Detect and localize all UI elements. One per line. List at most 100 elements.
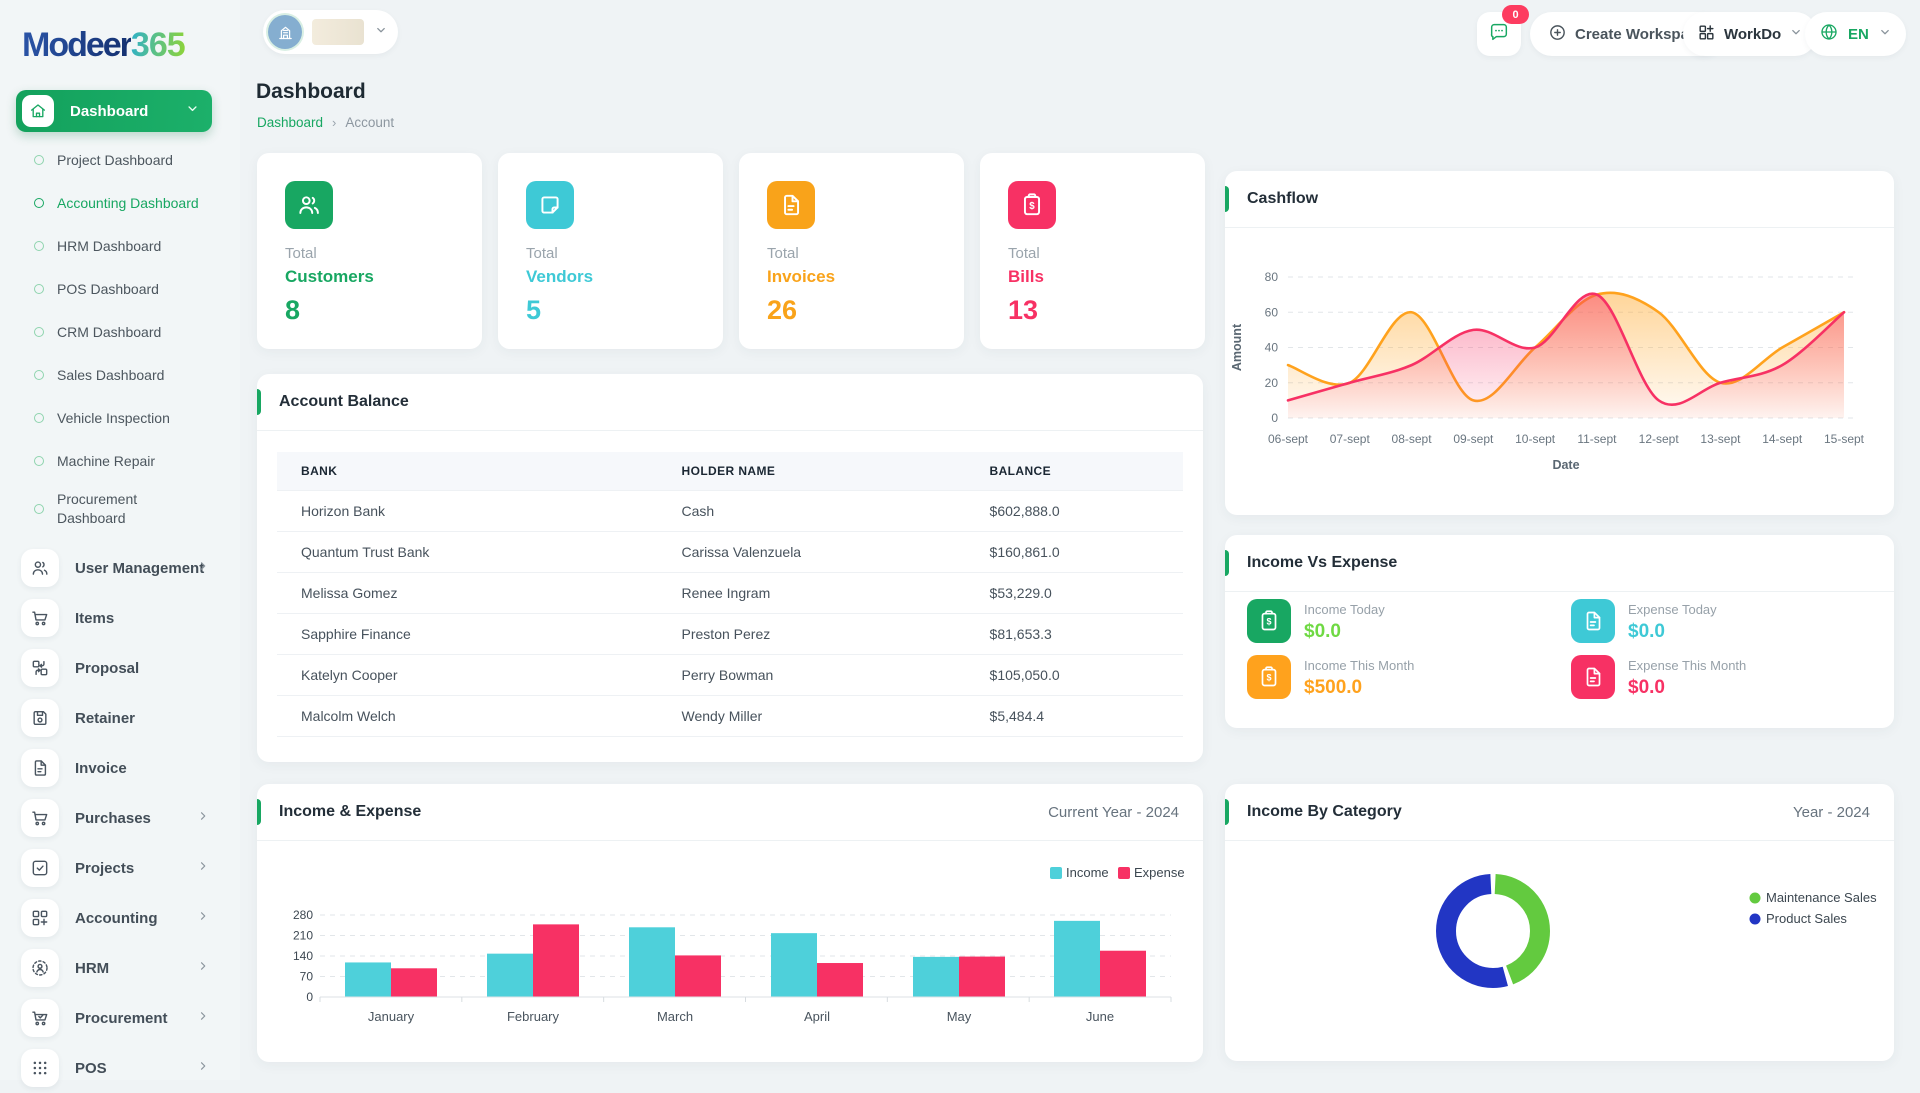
workspace-selector[interactable]	[263, 10, 398, 54]
sidebar-item-projects[interactable]: Projects	[0, 843, 240, 893]
sidebar-item-label: User Management	[75, 560, 204, 577]
breadcrumb-current: Account	[345, 115, 394, 130]
svg-text:06-sept: 06-sept	[1268, 432, 1309, 446]
svg-text:April: April	[804, 1009, 830, 1024]
column-header-balance: BALANCE	[966, 452, 1183, 491]
sidebar-subitem-label: Machine Repair	[57, 453, 155, 469]
chevron-right-icon	[196, 859, 210, 873]
svg-text:February: February	[507, 1009, 560, 1024]
stat-prefix: Total	[526, 245, 558, 262]
messages-button[interactable]: 0	[1477, 12, 1521, 56]
svg-text:14-sept: 14-sept	[1762, 432, 1803, 446]
sidebar-subitem-label: Project Dashboard	[57, 152, 173, 168]
svg-text:June: June	[1086, 1009, 1114, 1024]
sidebar-subitem-sales-dashboard[interactable]: Sales Dashboard	[0, 353, 240, 396]
bullet-circle-icon	[34, 155, 44, 165]
tile-value: $0.0	[1628, 677, 1746, 699]
tile-value: $0.0	[1304, 621, 1385, 643]
sidebar-item-label: Purchases	[75, 810, 151, 827]
file-icon	[1581, 609, 1605, 633]
table-cell: $53,229.0	[966, 573, 1183, 614]
clipboard-dollar-icon: $	[1257, 665, 1281, 689]
chevron-right-icon	[196, 1009, 210, 1023]
sidebar-item-user-management[interactable]: User Management	[0, 543, 240, 593]
sidebar-item-label: Procurement	[75, 1010, 168, 1027]
bills-icon: $	[1019, 192, 1045, 218]
sidebar-subitem-accounting-dashboard[interactable]: Accounting Dashboard	[0, 181, 240, 224]
sidebar-subitem-crm-dashboard[interactable]: CRM Dashboard	[0, 310, 240, 353]
stat-value: 8	[285, 295, 300, 326]
svg-text:280: 280	[293, 908, 313, 922]
language-selector[interactable]: EN	[1805, 12, 1906, 56]
account-balance-table: BANKHOLDER NAMEBALANCE Horizon BankCash$…	[277, 452, 1183, 737]
brand-logo[interactable]: Modeer365	[22, 26, 185, 65]
bullet-circle-icon	[34, 456, 44, 466]
table-cell: $602,888.0	[966, 491, 1183, 532]
bullet-circle-icon	[34, 370, 44, 380]
sidebar-item-items[interactable]: Items	[0, 593, 240, 643]
sidebar-subitem-pos-dashboard[interactable]: POS Dashboard	[0, 267, 240, 310]
globe-icon	[1819, 22, 1839, 42]
sidebar-subitem-vehicle-inspection[interactable]: Vehicle Inspection	[0, 396, 240, 439]
sidebar-subitem-label: Procurement Dashboard	[57, 490, 184, 528]
stat-prefix: Total	[285, 245, 317, 262]
svg-text:10-sept: 10-sept	[1515, 432, 1556, 446]
sidebar-item-label: Items	[75, 610, 114, 627]
sidebar: Modeer365 Dashboard Project Dashboard Acc…	[0, 0, 240, 1080]
sidebar-subitem-procurement-dashboard[interactable]: Procurement Dashboard	[0, 482, 184, 536]
svg-text:80: 80	[1265, 270, 1279, 284]
sidebar-item-label: Accounting	[75, 910, 158, 927]
table-row: Horizon BankCash$602,888.0	[277, 491, 1183, 532]
breadcrumb: Dashboard › Account	[257, 115, 394, 130]
sidebar-subitem-label: HRM Dashboard	[57, 238, 161, 254]
workdo-menu-button[interactable]: WorkDo	[1683, 12, 1817, 56]
customers-icon	[285, 181, 333, 229]
grid-apps-icon	[1697, 23, 1716, 46]
table-cell: Katelyn Cooper	[277, 655, 658, 696]
chevron-right-icon	[196, 909, 210, 923]
account-balance-title: Account Balance	[279, 393, 409, 411]
table-cell: Malcolm Welch	[277, 696, 658, 737]
sidebar-item-dashboard[interactable]: Dashboard	[16, 90, 212, 132]
column-header-holder-name: HOLDER NAME	[658, 452, 966, 491]
sidebar-subitem-project-dashboard[interactable]: Project Dashboard	[0, 138, 240, 181]
sidebar-item-proposal[interactable]: Proposal	[0, 643, 240, 693]
workspace-logo	[312, 19, 364, 45]
cashflow-chart: 80604020006-sept07-sept08-sept09-sept10-…	[1225, 227, 1894, 520]
grid-apps-icon	[1697, 23, 1716, 42]
income-expense-period: Current Year - 2024	[1048, 804, 1179, 821]
table-cell: Carissa Valenzuela	[658, 532, 966, 573]
svg-text:May: May	[947, 1009, 972, 1024]
projects-icon	[30, 858, 50, 878]
workdo-label: WorkDo	[1724, 26, 1781, 43]
sidebar-item-pos[interactable]: POS	[0, 1043, 240, 1093]
chevron-right-icon	[196, 559, 210, 573]
sidebar-item-retainer[interactable]: Retainer	[0, 693, 240, 743]
chevron-down-icon	[185, 101, 200, 116]
sidebar-subitem-label: Sales Dashboard	[57, 367, 164, 383]
svg-text:0: 0	[1271, 411, 1278, 425]
sidebar-item-procurement[interactable]: Procurement	[0, 993, 240, 1043]
sidebar-item-accounting[interactable]: Accounting	[0, 893, 240, 943]
svg-text:Product Sales: Product Sales	[1766, 911, 1847, 926]
sidebar-item-label: Retainer	[75, 710, 135, 727]
sidebar-item-purchases[interactable]: Purchases	[0, 793, 240, 843]
sidebar-item-hrm[interactable]: HRM	[0, 943, 240, 993]
sidebar-subitem-hrm-dashboard[interactable]: HRM Dashboard	[0, 224, 240, 267]
income-by-category-title: Income By Category	[1247, 803, 1402, 821]
accounting-icon	[30, 908, 50, 928]
income-expense-chart: 280210140700JanuaryFebruaryMarchAprilMay…	[257, 840, 1203, 1067]
income-expense-title: Income & Expense	[279, 803, 421, 821]
stat-card-customers: TotalCustomers8	[257, 153, 482, 349]
chevron-down-icon	[1878, 25, 1892, 43]
sidebar-subitem-machine-repair[interactable]: Machine Repair	[0, 439, 240, 482]
sidebar-item-invoice[interactable]: Invoice	[0, 743, 240, 793]
svg-text:20: 20	[1265, 376, 1279, 390]
svg-text:January: January	[368, 1009, 415, 1024]
table-cell: Wendy Miller	[658, 696, 966, 737]
svg-text:15-sept: 15-sept	[1824, 432, 1865, 446]
language-label: EN	[1848, 26, 1869, 43]
breadcrumb-dashboard-link[interactable]: Dashboard	[257, 115, 323, 130]
svg-text:60: 60	[1265, 305, 1279, 319]
tile-value: $0.0	[1628, 621, 1717, 643]
